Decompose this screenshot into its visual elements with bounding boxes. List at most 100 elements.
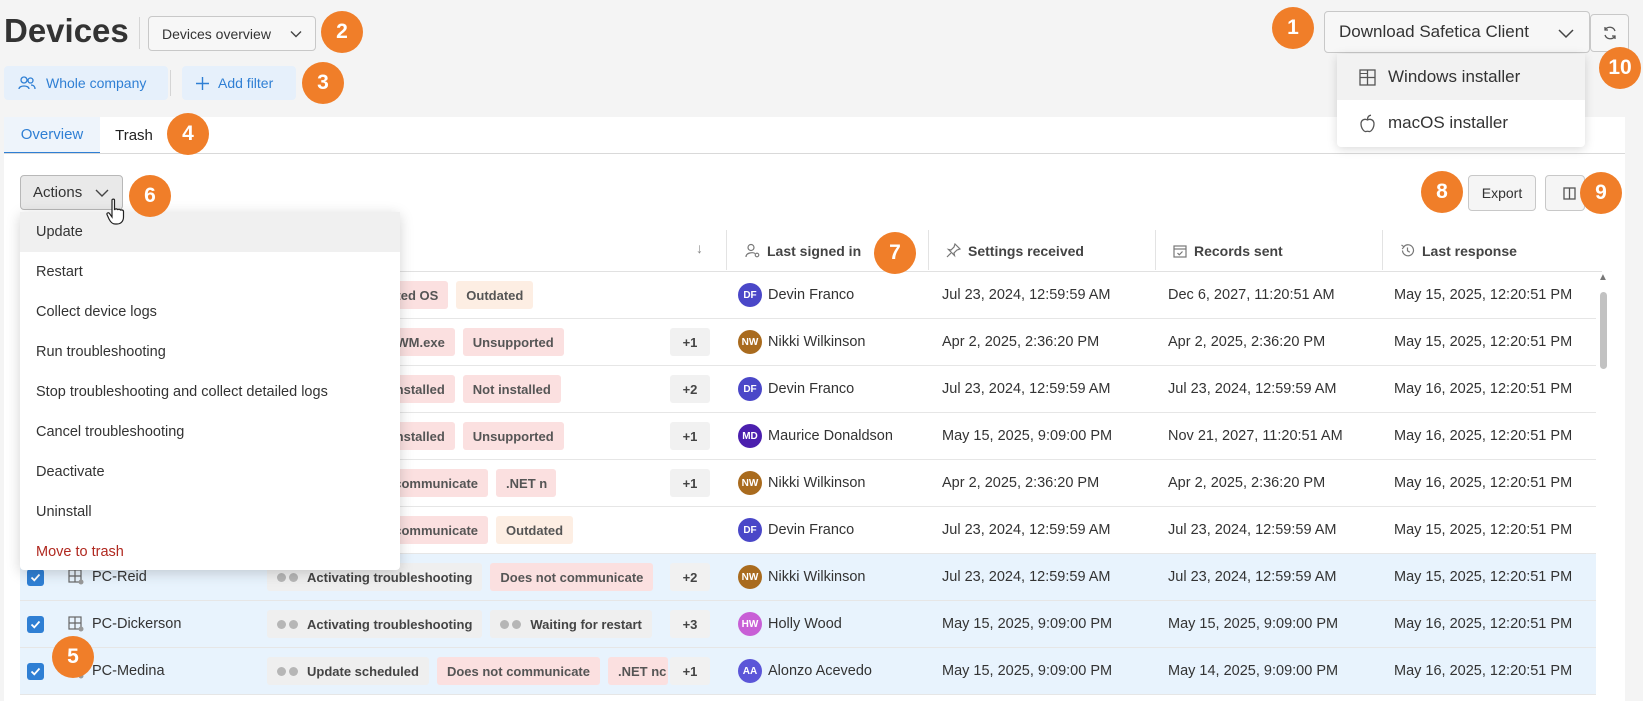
- last-response-cell: May 16, 2025, 12:20:51 PM: [1394, 663, 1573, 679]
- avatar: AA: [738, 659, 762, 683]
- records-sent-cell: Apr 2, 2025, 2:36:20 PM: [1168, 334, 1326, 350]
- row-checkbox[interactable]: [27, 615, 44, 633]
- status-badge: Outdated: [496, 516, 574, 544]
- last-response-cell: May 16, 2025, 12:20:51 PM: [1394, 616, 1573, 632]
- status-dots-icon: [277, 572, 298, 582]
- status-badge-label: Does not communicate: [500, 569, 644, 585]
- status-badge: .NET nc: [608, 657, 668, 685]
- action-uninstall[interactable]: Uninstall: [20, 492, 400, 532]
- windows-installer-item[interactable]: Windows installer: [1337, 54, 1585, 100]
- check-icon: [30, 620, 41, 629]
- status-badge-label: .NET nc: [618, 663, 667, 679]
- settings-received-cell: Jul 23, 2024, 12:59:59 AM: [942, 287, 1111, 303]
- action-restart[interactable]: Restart: [20, 252, 400, 292]
- status-badge: .NET n: [496, 469, 557, 497]
- divider: [139, 17, 140, 49]
- last-response-cell: May 15, 2025, 12:20:51 PM: [1394, 569, 1573, 585]
- status-badge-label: Unsupported: [472, 334, 554, 350]
- status-badge: Update scheduled: [267, 657, 429, 685]
- user-name: Devin Franco: [768, 381, 855, 397]
- status-badge: Does not communicate: [490, 563, 654, 591]
- callout-badge: 5: [52, 636, 94, 678]
- more-statuses-badge[interactable]: +1: [670, 657, 710, 685]
- last-signed-in-cell: NW Nikki Wilkinson: [738, 319, 866, 365]
- avatar: NW: [738, 330, 762, 354]
- records-sent-cell: Dec 6, 2027, 11:20:51 AM: [1168, 287, 1335, 303]
- download-menu: Windows installer macOS installer: [1337, 54, 1585, 147]
- action-deactivate[interactable]: Deactivate: [20, 452, 400, 492]
- divider: [170, 70, 171, 96]
- add-filter-button[interactable]: Add filter: [182, 66, 296, 100]
- export-button[interactable]: Export: [1468, 175, 1536, 211]
- table-row[interactable]: PC-Medina Update scheduled Does not commun…: [20, 648, 1596, 695]
- last-signed-in-cell: DF Devin Franco: [738, 272, 854, 318]
- tab-overview[interactable]: Overview: [4, 117, 100, 154]
- scroll-up-arrow[interactable]: ▲: [1598, 272, 1608, 283]
- action-run-troubleshooting[interactable]: Run troubleshooting: [20, 332, 400, 372]
- view-select-label: Devices overview: [162, 25, 271, 42]
- settings-received-cell: May 15, 2025, 9:09:00 PM: [942, 663, 1113, 679]
- column-records-sent[interactable]: Records sent: [1173, 229, 1283, 272]
- more-statuses-badge[interactable]: +1: [670, 328, 710, 356]
- user-name: Alonzo Acevedo: [768, 663, 872, 679]
- action-update[interactable]: Update: [20, 212, 400, 252]
- status-badge: Unsupported: [462, 422, 564, 450]
- company-filter-chip[interactable]: Whole company: [4, 66, 168, 100]
- chevron-down-icon: [290, 31, 302, 38]
- user-name: Devin Franco: [768, 287, 855, 303]
- calendar-check-icon: [1173, 244, 1187, 258]
- user-name: Nikki Wilkinson: [768, 569, 866, 585]
- callout-badge: 8: [1421, 171, 1463, 213]
- action-stop-troubleshooting[interactable]: Stop troubleshooting and collect detaile…: [20, 372, 400, 412]
- callout-badge: 6: [129, 175, 171, 217]
- settings-received-cell: Apr 2, 2025, 2:36:20 PM: [942, 475, 1100, 491]
- column-records-sent-label: Records sent: [1194, 242, 1283, 259]
- action-collect-device-logs[interactable]: Collect device logs: [20, 292, 400, 332]
- settings-received-cell: Apr 2, 2025, 2:36:20 PM: [942, 334, 1100, 350]
- status-dots-icon: [500, 619, 522, 629]
- scrollbar-thumb[interactable]: [1600, 292, 1607, 369]
- last-response-cell: May 16, 2025, 12:20:51 PM: [1394, 475, 1573, 491]
- settings-received-cell: Jul 23, 2024, 12:59:59 AM: [942, 381, 1111, 397]
- more-statuses-badge[interactable]: +2: [670, 375, 710, 403]
- last-signed-in-cell: NW Nikki Wilkinson: [738, 554, 866, 600]
- columns-button[interactable]: [1545, 175, 1585, 211]
- status-badge-label: Not installed: [472, 381, 551, 397]
- column-settings-received[interactable]: Settings received: [946, 229, 1084, 272]
- avatar: DF: [738, 518, 762, 542]
- tab-trash[interactable]: Trash: [100, 117, 168, 154]
- download-client-button[interactable]: Download Safetica Client: [1324, 11, 1590, 53]
- status-dots-icon: [277, 666, 298, 676]
- actions-label: Actions: [33, 184, 83, 201]
- more-statuses-badge[interactable]: +1: [670, 469, 710, 497]
- device-name: PC-Dickerson: [92, 616, 182, 632]
- more-statuses-badge[interactable]: +3: [670, 610, 710, 638]
- last-response-cell: May 15, 2025, 12:20:51 PM: [1394, 522, 1573, 538]
- history-icon: [1401, 244, 1415, 257]
- column-last-signed-in[interactable]: Last signed in: [745, 229, 861, 272]
- company-filter-label: Whole company: [46, 75, 147, 91]
- column-divider: [1155, 230, 1156, 270]
- table-row[interactable]: PC-Dickerson Activating troubleshooting Wa…: [20, 601, 1596, 648]
- column-last-response[interactable]: Last response: [1400, 229, 1517, 272]
- more-statuses-badge[interactable]: +2: [670, 563, 710, 591]
- action-move-to-trash[interactable]: Move to trash: [20, 532, 400, 572]
- records-sent-cell: Jul 23, 2024, 12:59:59 AM: [1168, 569, 1337, 585]
- sort-descending-icon[interactable]: ↓: [696, 240, 703, 256]
- callout-badge: 1: [1272, 7, 1314, 49]
- last-signed-in-cell: DF Devin Franco: [738, 366, 854, 412]
- view-select[interactable]: Devices overview: [148, 16, 316, 51]
- action-cancel-troubleshooting[interactable]: Cancel troubleshooting: [20, 412, 400, 452]
- column-divider: [726, 230, 727, 270]
- row-checkbox[interactable]: [27, 662, 44, 680]
- download-client-label: Download Safetica Client: [1339, 22, 1529, 41]
- pin-icon: [946, 243, 961, 258]
- avatar: DF: [738, 283, 762, 307]
- last-signed-in-cell: DF Devin Franco: [738, 507, 854, 553]
- macos-installer-item[interactable]: macOS installer: [1337, 100, 1585, 146]
- refresh-icon: [1603, 26, 1616, 40]
- more-statuses-badge[interactable]: +1: [670, 422, 710, 450]
- status-tags: Update scheduled Does not communicate .NET…: [267, 648, 723, 694]
- status-badge: Does not communicate: [436, 657, 600, 685]
- callout-badge: 4: [167, 113, 209, 155]
